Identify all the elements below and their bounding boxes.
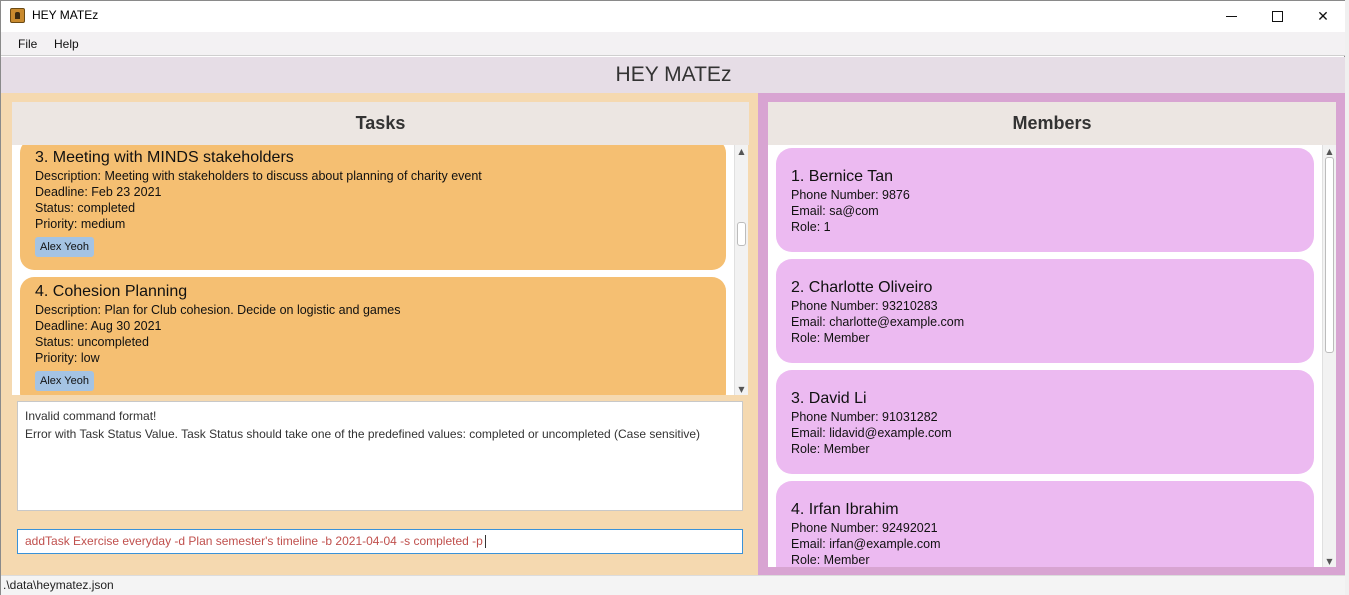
member-phone: Phone Number: 91031282 <box>791 410 938 424</box>
member-card[interactable]: 4. Irfan Ibrahim Phone Number: 92492021 … <box>776 481 1314 567</box>
member-card[interactable]: 1. Bernice Tan Phone Number: 9876 Email:… <box>776 148 1314 252</box>
member-email: Email: sa@com <box>791 204 879 218</box>
close-icon: ✕ <box>1317 8 1329 25</box>
title-bar: HEY MATEz ✕ <box>1 1 1346 32</box>
member-phone: Phone Number: 93210283 <box>791 299 938 313</box>
task-list-scrollbar[interactable]: ▲ ▼ <box>734 145 748 395</box>
task-tag: Alex Yeoh <box>35 237 94 257</box>
member-role: Role: 1 <box>791 220 831 234</box>
task-priority: Priority: low <box>35 351 100 365</box>
task-description: Description: Plan for Club cohesion. Dec… <box>35 303 401 317</box>
member-email: Email: lidavid@example.com <box>791 426 952 440</box>
menu-help[interactable]: Help <box>54 37 79 51</box>
scroll-thumb[interactable] <box>737 222 746 246</box>
result-line: Error with Task Status Value. Task Statu… <box>25 427 701 441</box>
task-tag: Alex Yeoh <box>35 371 94 391</box>
task-deadline: Deadline: Aug 30 2021 <box>35 319 162 333</box>
task-priority: Priority: medium <box>35 217 126 231</box>
tasks-heading-label: Tasks <box>355 113 406 133</box>
member-phone: Phone Number: 9876 <box>791 188 910 202</box>
minimize-icon <box>1225 16 1237 17</box>
member-email: Email: charlotte@example.com <box>791 315 965 329</box>
app-header-title: HEY MATEz <box>615 63 732 86</box>
minimize-button[interactable] <box>1208 1 1254 32</box>
member-role: Role: Member <box>791 331 870 345</box>
members-heading-label: Members <box>1012 113 1092 133</box>
scroll-up-icon[interactable]: ▲ <box>735 145 748 157</box>
task-description: Description: Meeting with stakeholders t… <box>35 169 482 183</box>
task-deadline: Deadline: Feb 23 2021 <box>35 185 162 199</box>
close-button[interactable]: ✕ <box>1300 1 1346 32</box>
result-display: Invalid command format! Error with Task … <box>17 401 743 511</box>
tasks-heading: Tasks <box>12 102 749 145</box>
member-card[interactable]: 3. David Li Phone Number: 91031282 Email… <box>776 370 1314 474</box>
member-name: 4. Irfan Ibrahim <box>791 501 899 518</box>
background-window-edge <box>1345 0 1349 595</box>
scroll-up-icon[interactable]: ▲ <box>1323 145 1336 157</box>
members-panel: Members 1. Bernice Tan Phone Number: 987… <box>758 93 1346 575</box>
maximize-icon <box>1271 11 1283 22</box>
task-card[interactable]: 4. Cohesion Planning Description: Plan f… <box>20 277 726 395</box>
task-title: 3. Meeting with MINDS stakeholders <box>35 149 294 166</box>
task-title: 4. Cohesion Planning <box>35 283 188 300</box>
app-window: HEY MATEz ✕ File Help HEY MATEz Tasks 3.… <box>0 0 1346 595</box>
scroll-down-icon[interactable]: ▼ <box>1323 555 1336 567</box>
member-name: 3. David Li <box>791 390 867 407</box>
task-list[interactable]: 3. Meeting with MINDS stakeholders Descr… <box>12 145 748 395</box>
scroll-down-icon[interactable]: ▼ <box>735 383 748 395</box>
member-role: Role: Member <box>791 553 870 567</box>
app-icon <box>10 8 25 23</box>
text-caret <box>484 535 486 549</box>
result-line: Invalid command format! <box>25 409 157 423</box>
member-name: 2. Charlotte Oliveiro <box>791 279 933 296</box>
data-file-path: .\data\heymatez.json <box>3 578 114 592</box>
menu-file[interactable]: File <box>18 37 37 51</box>
member-list[interactable]: 1. Bernice Tan Phone Number: 9876 Email:… <box>768 145 1336 567</box>
task-card[interactable]: 3. Meeting with MINDS stakeholders Descr… <box>20 145 726 270</box>
task-status: Status: completed <box>35 201 136 215</box>
task-status: Status: uncompleted <box>35 335 149 349</box>
window-title: HEY MATEz <box>32 8 99 22</box>
tasks-panel: Tasks 3. Meeting with MINDS stakeholders… <box>1 93 758 575</box>
menu-bar: File Help <box>1 32 1346 56</box>
command-input[interactable]: addTask Exercise everyday -d Plan semest… <box>17 529 743 554</box>
scroll-thumb[interactable] <box>1325 157 1334 353</box>
member-card[interactable]: 2. Charlotte Oliveiro Phone Number: 9321… <box>776 259 1314 363</box>
member-list-scrollbar[interactable]: ▲ ▼ <box>1322 145 1336 567</box>
command-text: addTask Exercise everyday -d Plan semest… <box>25 534 483 548</box>
status-bar: .\data\heymatez.json <box>1 575 1346 595</box>
members-heading: Members <box>768 102 1336 145</box>
member-role: Role: Member <box>791 442 870 456</box>
member-email: Email: irfan@example.com <box>791 537 941 551</box>
member-name: 1. Bernice Tan <box>791 168 893 185</box>
maximize-button[interactable] <box>1254 1 1300 32</box>
member-phone: Phone Number: 92492021 <box>791 521 938 535</box>
app-header: HEY MATEz <box>1 57 1346 93</box>
